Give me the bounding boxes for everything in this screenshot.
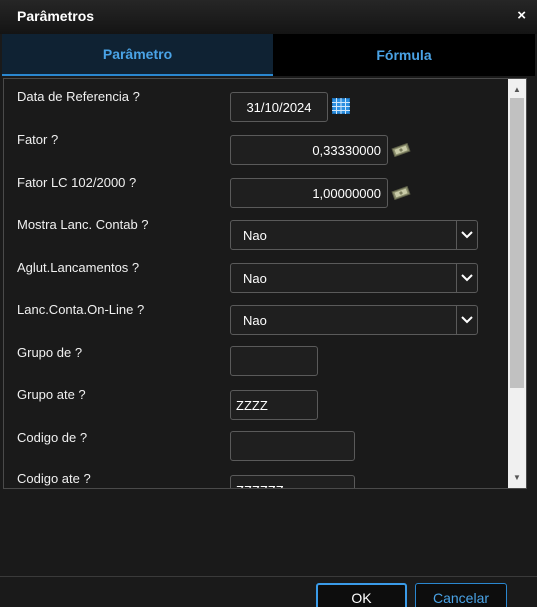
- codigo-ate-input[interactable]: ZZZZZZ: [230, 475, 355, 488]
- field-label: Grupo ate ?: [17, 387, 86, 402]
- field-label: Aglut.Lancamentos ?: [17, 260, 140, 275]
- codigo-de-input[interactable]: [230, 431, 355, 461]
- form-scroll-area: Data de Referencia ? 31/10/2024 Fator ?: [4, 79, 508, 488]
- field-label: Codigo ate ?: [17, 471, 91, 486]
- grupo-ate-input[interactable]: ZZZZ: [230, 390, 318, 420]
- vertical-scrollbar[interactable]: ▲ ▼: [508, 79, 526, 488]
- close-icon[interactable]: ×: [517, 7, 526, 25]
- tab-parametro[interactable]: Parâmetro: [2, 34, 273, 76]
- calculator-icon[interactable]: [391, 186, 411, 200]
- tab-formula[interactable]: Fórmula: [273, 34, 535, 76]
- dialog-footer: OK Cancelar: [0, 490, 537, 607]
- ok-button[interactable]: OK: [316, 583, 407, 607]
- footer-divider: [0, 576, 537, 577]
- aglut-lanc-select[interactable]: Nao: [230, 263, 478, 293]
- field-label: Fator ?: [17, 132, 59, 147]
- scroll-down-icon[interactable]: ▼: [508, 469, 526, 486]
- fator-lc-input[interactable]: 1,00000000: [230, 178, 388, 208]
- calculator-icon[interactable]: [391, 143, 411, 157]
- field-label: Fator LC 102/2000 ?: [17, 175, 137, 190]
- calendar-icon[interactable]: [332, 98, 350, 114]
- select-value: Nao: [243, 270, 267, 286]
- field-label: Data de Referencia ?: [17, 89, 140, 104]
- parametros-dialog: Parâmetros × Parâmetro Fórmula Data de R…: [0, 0, 537, 607]
- chevron-down-icon[interactable]: [456, 221, 477, 249]
- data-referencia-input[interactable]: 31/10/2024: [230, 92, 328, 122]
- select-value: Nao: [243, 227, 267, 243]
- fator-input[interactable]: 0,33330000: [230, 135, 388, 165]
- scrollbar-thumb[interactable]: [510, 98, 524, 388]
- tab-bar: Parâmetro Fórmula: [2, 34, 535, 76]
- select-value: Nao: [243, 312, 267, 328]
- chevron-down-icon[interactable]: [456, 306, 477, 334]
- parameters-form: Data de Referencia ? 31/10/2024 Fator ?: [3, 78, 527, 489]
- grupo-de-input[interactable]: [230, 346, 318, 376]
- field-label: Codigo de ?: [17, 430, 88, 445]
- mostra-lanc-select[interactable]: Nao: [230, 220, 478, 250]
- scroll-up-icon[interactable]: ▲: [508, 81, 526, 98]
- field-label: Mostra Lanc. Contab ?: [17, 217, 149, 232]
- field-label: Grupo de ?: [17, 345, 83, 360]
- dialog-title: Parâmetros: [17, 8, 95, 24]
- lanc-conta-select[interactable]: Nao: [230, 305, 478, 335]
- field-label: Lanc.Conta.On-Line ?: [17, 302, 145, 317]
- cancel-button[interactable]: Cancelar: [415, 583, 507, 607]
- chevron-down-icon[interactable]: [456, 264, 477, 292]
- title-bar: Parâmetros ×: [0, 0, 537, 34]
